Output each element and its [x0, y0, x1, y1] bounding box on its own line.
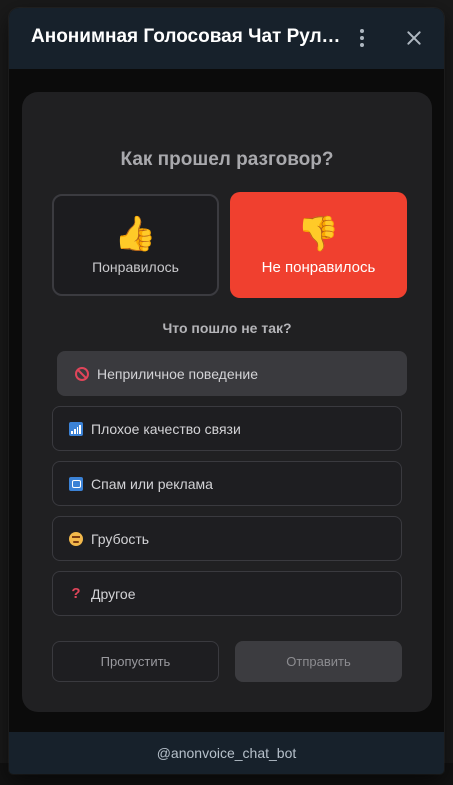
signal-bars-icon [69, 421, 83, 436]
reason-label: Неприличное поведение [97, 365, 258, 382]
window-title: Анонимная Голосовая Чат Руле... [31, 26, 346, 47]
thumbs-down-icon: 👎 [297, 214, 340, 253]
more-menu-icon[interactable] [352, 26, 372, 50]
dislike-label: Не понравилось [261, 258, 376, 276]
reason-option-other[interactable]: ? Другое [52, 571, 402, 616]
dislike-button[interactable]: 👎 Не понравилось [230, 192, 407, 298]
reason-option-spam[interactable]: Спам или реклама [52, 461, 402, 506]
feedback-dialog: Как прошел разговор? 👍 Понравилось 👎 Не … [22, 92, 432, 712]
reason-label: Спам или реклама [91, 475, 213, 492]
window-header: Анонимная Голосовая Чат Руле... [9, 8, 444, 69]
mini-app-window: Анонимная Голосовая Чат Руле... Как прош… [9, 8, 444, 774]
like-button[interactable]: 👍 Понравилось [52, 194, 219, 296]
reason-label: Плохое качество связи [91, 420, 241, 437]
reason-option-rudeness[interactable]: Грубость [52, 516, 402, 561]
skip-button[interactable]: Пропустить [52, 641, 219, 682]
thumbs-up-icon: 👍 [114, 215, 157, 253]
question-mark-icon: ? [71, 584, 81, 602]
reasons-title: Что пошло не так? [162, 320, 292, 336]
no-entry-icon [75, 366, 89, 381]
reason-label: Другое [91, 585, 136, 602]
send-button[interactable]: Отправить [235, 641, 402, 682]
close-icon[interactable] [401, 25, 427, 51]
dialog-title: Как прошел разговор? [120, 149, 334, 170]
angry-face-icon [69, 531, 83, 546]
reason-option-indecent[interactable]: Неприличное поведение [57, 351, 407, 396]
like-label: Понравилось [92, 259, 179, 275]
window-body: Как прошел разговор? 👍 Понравилось 👎 Не … [9, 69, 444, 733]
reason-option-bad-connection[interactable]: Плохое качество связи [52, 406, 402, 451]
reason-label: Грубость [91, 530, 150, 547]
bot-username: @anonvoice_chat_bot [9, 732, 444, 774]
repeat-icon [69, 476, 83, 491]
